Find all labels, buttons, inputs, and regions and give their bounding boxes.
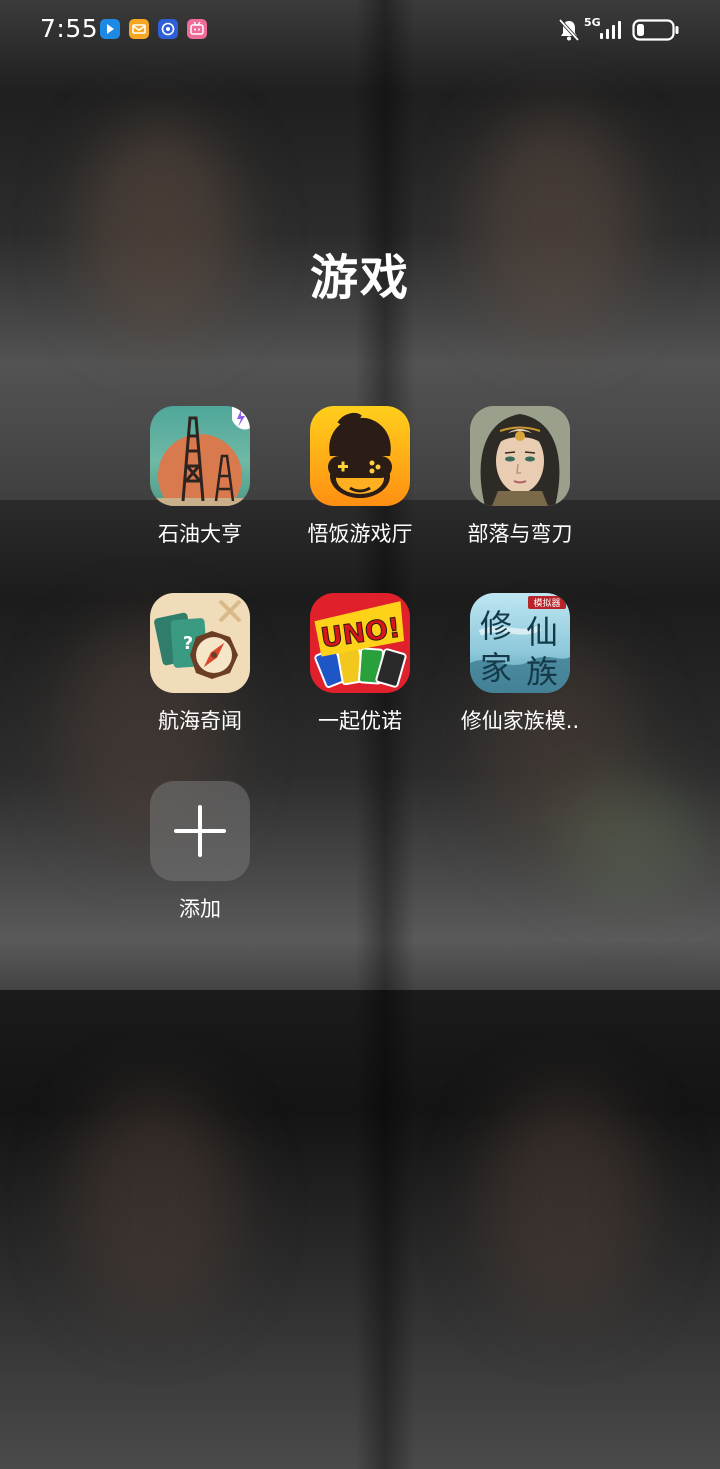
mute-bell-icon — [558, 18, 580, 46]
app-label: 悟饭游戏厅 — [307, 522, 413, 546]
app-wufan-game-hall[interactable]: 悟饭游戏厅 — [280, 406, 440, 548]
compass-cards-icon: ? — [150, 593, 250, 693]
signal-strength-icon — [596, 18, 626, 46]
xiuxian-char-1: 修 — [480, 607, 512, 645]
xiuxian-calligraphy-icon: 模拟器 修 仙 家 族 — [470, 593, 570, 693]
add-label: 添加 — [179, 897, 221, 921]
warrior-portrait-icon — [470, 406, 570, 506]
app-xiuxian-family-sim[interactable]: 模拟器 修 仙 家 族 修仙家族模.. — [440, 593, 600, 735]
xiuxian-char-4: 族 — [526, 653, 558, 691]
app-tribes-and-scimitars[interactable]: 部落与弯刀 — [440, 406, 600, 548]
xiuxian-tag: 模拟器 — [533, 597, 560, 609]
app-label: 航海奇闻 — [158, 709, 242, 733]
app-sailing-tales[interactable]: ? 航海奇闻 — [120, 593, 280, 735]
folder-title[interactable]: 游戏 — [0, 238, 720, 308]
direction-app-icon — [100, 19, 120, 39]
app-label: 修仙家族模.. — [460, 709, 580, 733]
browser-app-icon — [158, 19, 178, 39]
xiuxian-char-3: 家 — [480, 649, 512, 687]
add-app-button[interactable]: 添加 — [120, 781, 280, 923]
home-screen: 7:55 5G 游戏 石油大亨 悟饭游戏厅 部落与弯刀 ? 航海奇闻 UNO! … — [0, 0, 720, 1469]
app-label: 石油大亨 — [158, 522, 242, 546]
app-oil-tycoon[interactable]: 石油大亨 — [120, 406, 280, 548]
bilibili-app-icon — [187, 19, 207, 39]
app-label: 部落与弯刀 — [467, 522, 573, 546]
oil-rig-icon — [150, 406, 250, 506]
battery-icon — [632, 19, 680, 45]
mail-app-icon — [129, 19, 149, 39]
app-label: 一起优诺 — [318, 709, 402, 733]
uno-cards-icon: UNO! — [310, 593, 410, 693]
app-uno[interactable]: UNO! 一起优诺 — [280, 593, 440, 735]
xiuxian-char-2: 仙 — [526, 613, 558, 651]
status-bar: 7:55 5G — [0, 0, 720, 62]
plus-icon — [150, 781, 250, 881]
status-time: 7:55 — [40, 14, 99, 43]
monkey-gamepad-icon — [310, 406, 410, 506]
